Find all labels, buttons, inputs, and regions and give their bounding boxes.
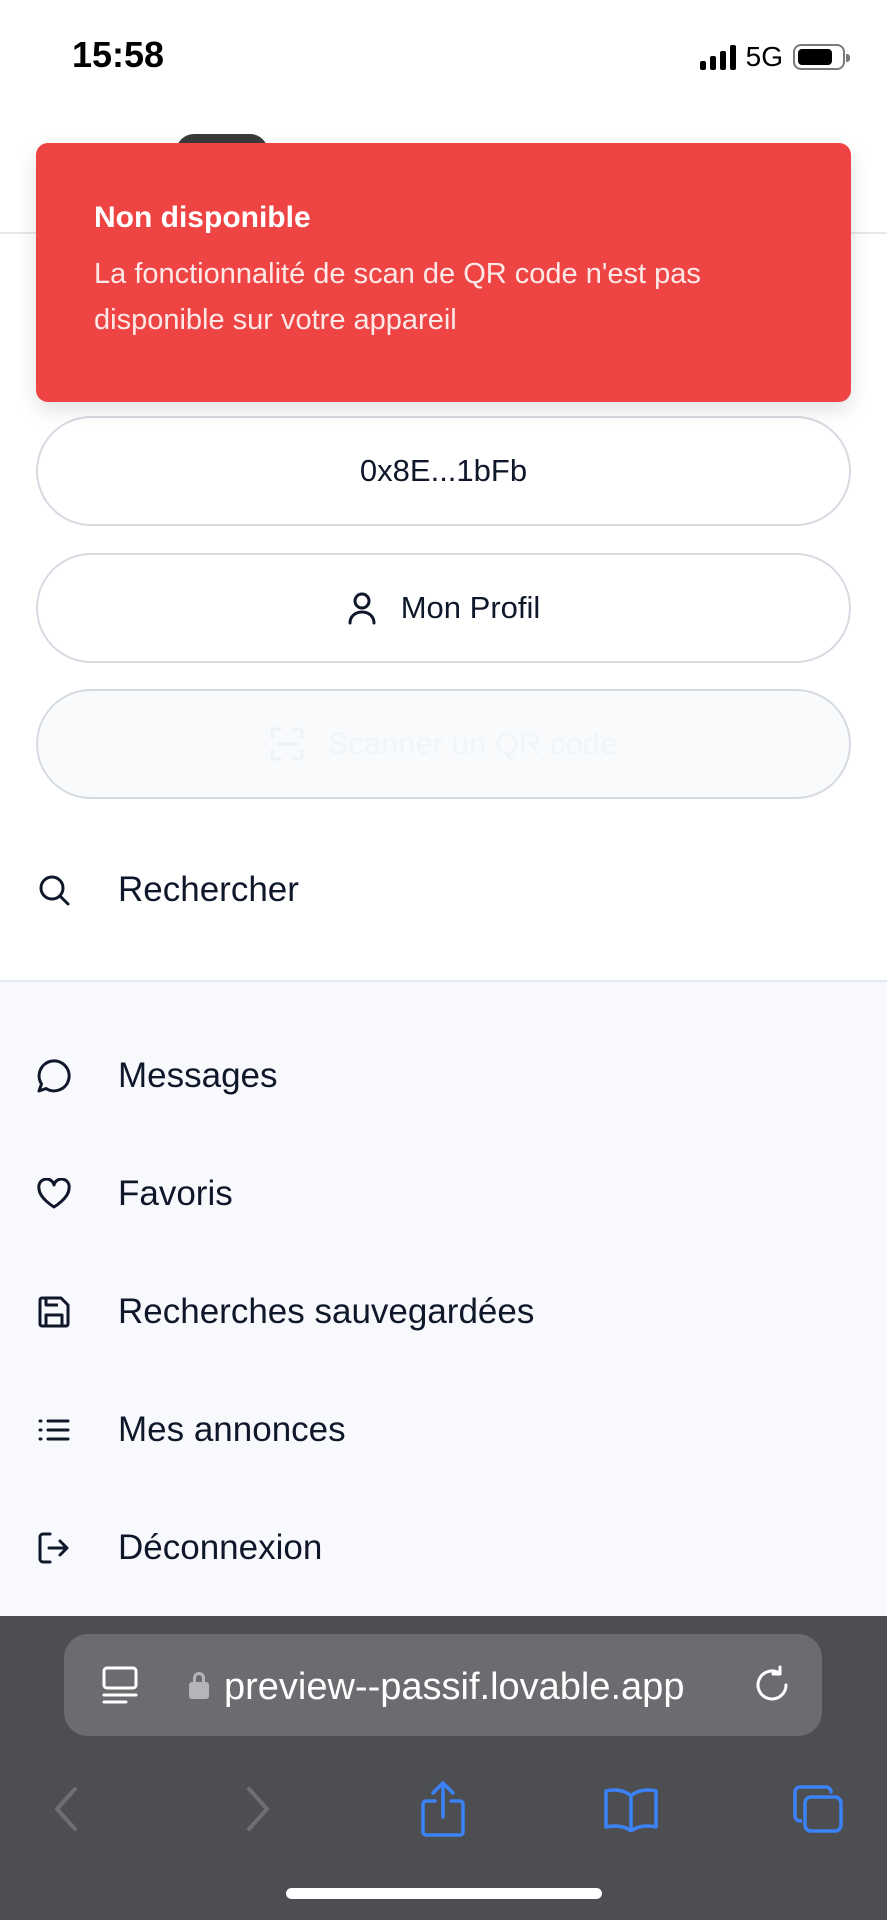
user-icon (347, 591, 377, 625)
favoris-label: Favoris (118, 1174, 233, 1213)
log-out-icon (36, 1530, 72, 1566)
back-icon[interactable] (26, 1764, 106, 1854)
menu-item-favoris[interactable]: Favoris (0, 1144, 887, 1244)
messages-label: Messages (118, 1056, 278, 1095)
toast-title: Non disponible (94, 201, 311, 234)
lock-icon (188, 1670, 210, 1705)
share-icon[interactable] (403, 1764, 483, 1854)
wallet-address-button[interactable]: 0x8E...1bFb (36, 416, 851, 526)
status-bar: 15:58 5G (0, 0, 887, 110)
forward-icon[interactable] (218, 1764, 298, 1854)
logout-label: Déconnexion (118, 1528, 323, 1567)
bookmarks-icon[interactable] (591, 1764, 671, 1854)
scan-icon (270, 727, 304, 761)
heart-icon (36, 1176, 72, 1212)
scan-qr-button[interactable]: Scanner un QR code (36, 689, 851, 799)
signal-icon (699, 44, 736, 70)
menu-item-search[interactable]: Rechercher (0, 830, 887, 950)
profile-button[interactable]: Mon Profil (36, 553, 851, 663)
browser-toolbar: preview--passif.lovable.app (0, 1616, 887, 1920)
status-indicators: 5G (699, 40, 850, 74)
reader-icon[interactable] (102, 1666, 138, 1709)
address-bar[interactable]: preview--passif.lovable.app (64, 1634, 822, 1736)
tabs-icon[interactable] (778, 1764, 858, 1854)
my-listings-label: Mes annonces (118, 1410, 346, 1449)
search-label: Rechercher (118, 870, 299, 909)
wallet-address-label: 0x8E...1bFb (359, 453, 528, 488)
url-text: preview--passif.lovable.app (224, 1666, 685, 1708)
network-type: 5G (745, 41, 783, 72)
reload-icon[interactable] (752, 1665, 792, 1710)
list-icon (36, 1412, 72, 1448)
browser-nav (0, 1764, 887, 1854)
error-toast[interactable]: Non disponible La fonctionnalité de scan… (36, 143, 851, 402)
battery-icon (793, 44, 850, 70)
home-indicator (286, 1888, 602, 1899)
menu-item-my-listings[interactable]: Mes annonces (0, 1380, 887, 1480)
menu-panel: Messages Favoris Recherches sauvegardées… (0, 982, 887, 1616)
scan-qr-label: Scanner un QR code (327, 726, 618, 761)
menu-item-messages[interactable]: Messages (0, 1026, 887, 1126)
message-circle-icon (36, 1058, 72, 1094)
status-time: 15:58 (72, 34, 165, 75)
toast-description: La fonctionnalité de scan de QR code n'e… (94, 258, 701, 336)
menu-item-logout[interactable]: Déconnexion (0, 1498, 887, 1598)
menu-item-saved-searches[interactable]: Recherches sauvegardées (0, 1262, 887, 1362)
search-icon (36, 872, 72, 908)
profile-label: Mon Profil (400, 590, 541, 625)
saved-searches-label: Recherches sauvegardées (118, 1292, 535, 1331)
save-icon (36, 1294, 72, 1330)
